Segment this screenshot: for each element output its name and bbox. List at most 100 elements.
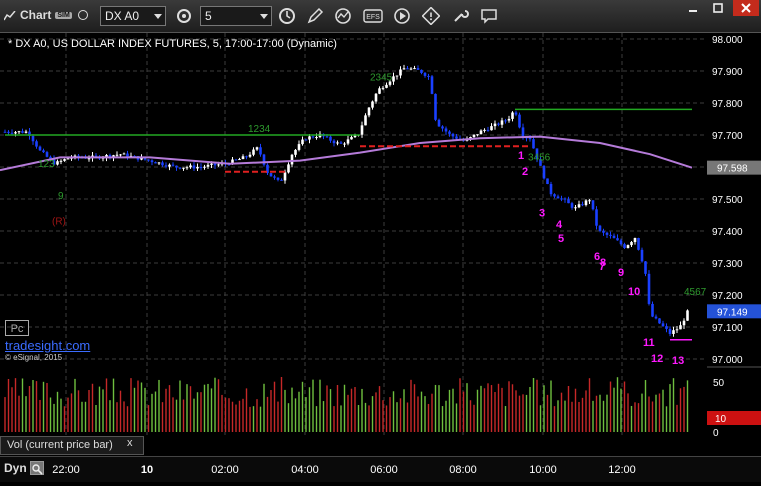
candle-body (273, 176, 276, 178)
candle-body (119, 154, 122, 156)
candle-body (630, 242, 633, 246)
candle-body (409, 68, 413, 70)
draw-tool-button[interactable] (304, 5, 326, 27)
candle-body (402, 68, 406, 70)
candle-body (560, 198, 563, 200)
candle-body (3, 131, 7, 133)
candle-body (427, 75, 430, 77)
candle-body (395, 75, 399, 77)
candle-body (483, 129, 486, 131)
minimize-button[interactable] (681, 0, 705, 16)
chevron-down-icon[interactable] (260, 14, 268, 19)
chart-toolbar: Chart SIM DX A0 5 EFS (0, 0, 761, 33)
price-tick-label: 97.100 (712, 323, 743, 334)
volume-study-label[interactable]: Vol (current price bar) (0, 436, 144, 455)
candle-body (378, 88, 381, 94)
minimize-icon (689, 10, 697, 12)
candle-body (385, 84, 388, 88)
candle-body (66, 158, 70, 160)
candle-body (164, 165, 168, 167)
candle-body (248, 154, 252, 157)
maximize-button[interactable] (706, 0, 730, 16)
time-tick-label: 04:00 (291, 464, 319, 476)
link-icon[interactable] (77, 10, 88, 20)
comment-icon (481, 9, 497, 24)
volume-close-button[interactable]: x (127, 437, 133, 449)
time-tick-label: 22:00 (52, 464, 80, 476)
price-scale[interactable]: 98.00097.90097.80097.70097.60097.50097.4… (707, 33, 761, 481)
sequential-count-label: 5 (558, 233, 564, 245)
candle-body (24, 131, 28, 133)
candle-body (329, 136, 332, 141)
comment-button[interactable] (478, 5, 500, 27)
candle-body (399, 69, 402, 76)
candle-body (451, 133, 455, 137)
candle-body (658, 318, 661, 324)
candle-body (567, 199, 570, 204)
interval-input[interactable]: 5 (200, 6, 272, 26)
candle-body (332, 140, 336, 144)
candle-body (598, 225, 602, 231)
replay-button[interactable] (391, 5, 413, 27)
pc-label[interactable]: Pc (5, 320, 29, 336)
candle-body (203, 166, 206, 168)
pencil-icon (307, 7, 324, 24)
volume-chart-area[interactable] (0, 369, 707, 435)
candle-body (168, 164, 171, 167)
candle-body (280, 179, 283, 181)
chart-title-label: Chart (20, 8, 52, 22)
candle-body (147, 159, 150, 161)
volume-chart-svg (4, 369, 689, 435)
candle-body (486, 129, 490, 131)
candle-body (325, 136, 329, 138)
candle-body (255, 147, 259, 150)
chevron-down-icon[interactable] (154, 14, 162, 19)
close-icon (741, 3, 751, 13)
setup-count-label: 1234 (248, 124, 271, 135)
candle-body (675, 329, 679, 331)
price-tick-label: 97.500 (712, 195, 743, 206)
candle-body (563, 198, 567, 200)
close-button[interactable] (733, 0, 759, 16)
candle-body (192, 165, 196, 169)
candle-body (584, 200, 588, 206)
alert-button[interactable] (420, 5, 442, 27)
svg-text:EFS: EFS (366, 14, 380, 21)
candle-body (413, 68, 416, 70)
volume-tick-label: 0 (713, 428, 719, 439)
interval-settings-button[interactable] (173, 5, 195, 27)
candle-body (276, 177, 280, 180)
price-scale-svg: 98.00097.90097.80097.70097.60097.50097.4… (707, 35, 761, 439)
price-tick-label: 97.700 (712, 131, 743, 142)
candle-body (311, 136, 315, 138)
candle-body (637, 238, 640, 250)
sequential-count-label: 11 (643, 337, 655, 349)
candle-body (521, 127, 525, 138)
candle-body (336, 142, 339, 144)
play-icon (394, 8, 410, 24)
candle-body (528, 137, 532, 140)
candle-body (374, 93, 378, 102)
candle-body (623, 244, 626, 248)
time-axis-bar: Dyn 22:00 10 02:00 04:00 06:00 08:00 10:00 12:0… (0, 456, 761, 482)
candle-body (157, 162, 161, 164)
price-chart-area[interactable]: 1 2 3 4 5 6 7 8 9 10 11 12 13 123 1234 2345 3456 4567 9 (R) (0, 33, 707, 367)
study-button[interactable] (332, 5, 354, 27)
formula-button[interactable]: EFS (362, 5, 384, 27)
candle-body (63, 159, 66, 161)
candle-body (672, 330, 675, 334)
candle-body (577, 204, 581, 208)
candle-body (455, 136, 458, 139)
candle-body (647, 273, 651, 304)
price-tick-label: 97.400 (712, 227, 743, 238)
time-tick-label: 10 (141, 464, 153, 476)
chart-window-title: Chart SIM (3, 8, 88, 22)
candle-body (581, 204, 584, 206)
candle-body (185, 167, 189, 169)
time-template-button[interactable] (276, 5, 298, 27)
candle-body (154, 162, 157, 164)
tools-button[interactable] (449, 5, 471, 27)
symbol-input[interactable]: DX A0 (100, 6, 166, 26)
time-tick-label: 08:00 (449, 464, 477, 476)
price-tick-label: 97.000 (712, 355, 743, 366)
